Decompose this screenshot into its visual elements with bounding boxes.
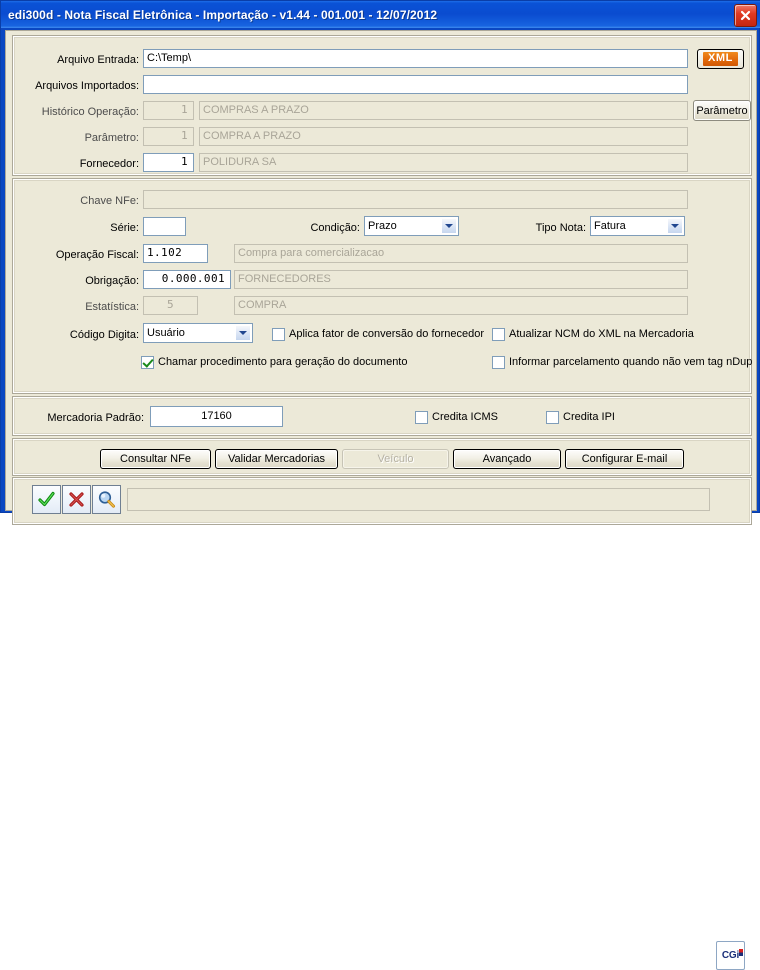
status-message-field <box>127 488 710 511</box>
nfe-details-panel: Chave NFe: Série: Condição: Prazo Tipo N… <box>13 179 752 393</box>
status-toolbar-panel: CGi <box>13 478 751 970</box>
label-condicao: Condição: <box>310 222 360 234</box>
default-merchandise-panel: Mercadoria Padrão: 17160 Credita ICMS Cr… <box>13 397 751 435</box>
checkbox-credita-icms[interactable]: Credita ICMS <box>415 410 498 424</box>
configurar-email-button-label: Configurar E-mail <box>581 453 668 465</box>
checkbox-box <box>272 327 285 341</box>
input-chave-nfe <box>143 190 688 209</box>
label-arquivo-entrada: Arquivo Entrada: <box>57 54 139 66</box>
avancado-button[interactable]: Avançado <box>453 449 561 469</box>
input-estatistica-code: 5 <box>143 296 198 315</box>
file-import-panel: Arquivo Entrada: C:\Temp\ XML Arquivos I… <box>13 36 751 175</box>
input-historico-operacao-desc: COMPRAS A PRAZO <box>199 101 688 120</box>
label-chave-nfe: Chave NFe: <box>80 195 139 207</box>
parametro-button-label: Parâmetro <box>696 104 748 117</box>
checkbox-credita-ipi[interactable]: Credita IPI <box>546 410 615 424</box>
input-fornecedor-code[interactable]: 1 <box>143 153 194 172</box>
checkbox-box <box>492 327 505 341</box>
dropdown-condicao-value: Prazo <box>368 220 397 232</box>
checkbox-box <box>546 410 559 424</box>
chevron-down-icon[interactable] <box>235 325 251 341</box>
input-operacao-fiscal-code[interactable]: 1.102 <box>143 244 208 263</box>
label-serie: Série: <box>110 222 139 234</box>
checkbox-informar-parcelamento[interactable]: Informar parcelamento quando não vem tag… <box>492 355 752 369</box>
input-operacao-fiscal-desc: Compra para comercializacao <box>234 244 688 263</box>
checkbox-credita-icms-label: Credita ICMS <box>432 411 499 423</box>
xml-button[interactable]: XML <box>697 49 744 69</box>
consultar-nfe-button[interactable]: Consultar NFe <box>100 449 211 469</box>
veiculo-button-label: Veículo <box>377 453 414 465</box>
input-mercadoria-padrao[interactable]: 17160 <box>150 406 283 427</box>
dropdown-codigo-digita[interactable]: Usuário <box>143 323 253 343</box>
input-parametro-code: 1 <box>143 127 194 146</box>
dropdown-condicao[interactable]: Prazo <box>364 216 459 236</box>
checkbox-box <box>415 410 428 424</box>
checkbox-aplica-fator-conversao-label: Aplica fator de conversão do fornecedor <box>289 328 485 340</box>
checkbox-credita-ipi-label: Credita IPI <box>563 411 615 423</box>
chevron-down-icon[interactable] <box>441 218 457 234</box>
label-estatistica: Estatística: <box>85 301 139 313</box>
avancado-button-label: Avançado <box>482 453 532 465</box>
window-title: edi300d - Nota Fiscal Eletrônica - Impor… <box>8 7 438 22</box>
input-arquivo-entrada[interactable]: C:\Temp\ <box>143 49 688 68</box>
label-operacao-fiscal: Operação Fiscal: <box>55 249 139 261</box>
flag-icon <box>739 949 744 956</box>
checkbox-atualizar-ncm[interactable]: Atualizar NCM do XML na Mercadoria <box>492 327 694 341</box>
checkbox-aplica-fator-conversao[interactable]: Aplica fator de conversão do fornecedor <box>272 327 484 341</box>
dropdown-tipo-nota-value: Fatura <box>594 220 626 232</box>
cgi-logo-label: CGi <box>722 949 744 961</box>
client-area: Arquivo Entrada: C:\Temp\ XML Arquivos I… <box>5 30 757 970</box>
input-arquivos-importados[interactable] <box>143 75 688 94</box>
check-icon[interactable] <box>32 485 61 514</box>
dropdown-tipo-nota[interactable]: Fatura <box>590 216 685 236</box>
close-icon[interactable] <box>734 4 757 27</box>
label-mercadoria-padrao: Mercadoria Padrão: <box>47 412 144 424</box>
label-tipo-nota: Tipo Nota: <box>535 222 586 234</box>
configurar-email-button[interactable]: Configurar E-mail <box>565 449 684 469</box>
label-obrigacao: Obrigação: <box>85 275 139 287</box>
title-bar: edi300d - Nota Fiscal Eletrônica - Impor… <box>1 1 760 28</box>
dropdown-codigo-digita-value: Usuário <box>147 327 185 339</box>
input-serie[interactable] <box>143 217 186 236</box>
xml-button-label: XML <box>702 52 739 66</box>
label-parametro: Parâmetro: <box>84 132 139 144</box>
validar-mercadorias-button-label: Validar Mercadorias <box>227 453 325 465</box>
label-fornecedor: Fornecedor: <box>79 158 139 170</box>
checkbox-box <box>492 355 505 369</box>
validar-mercadorias-button[interactable]: Validar Mercadorias <box>215 449 338 469</box>
cancel-icon[interactable] <box>62 485 91 514</box>
label-historico-operacao: Histórico Operação: <box>41 106 139 118</box>
cgi-logo[interactable]: CGi <box>716 941 745 970</box>
parametro-button[interactable]: Parâmetro <box>693 100 751 121</box>
input-estatistica-desc: COMPRA <box>234 296 688 315</box>
checkbox-chamar-procedimento-label: Chamar procedimento para geração do docu… <box>158 356 408 368</box>
input-parametro-desc: COMPRA A PRAZO <box>199 127 688 146</box>
magnifier-icon[interactable] <box>92 485 121 514</box>
checkbox-box <box>141 355 154 369</box>
label-arquivos-importados: Arquivos Importados: <box>35 80 139 92</box>
input-fornecedor-desc: POLIDURA SA <box>199 153 688 172</box>
checkbox-informar-parcelamento-label: Informar parcelamento quando não vem tag… <box>509 356 753 368</box>
action-buttons-panel: Consultar NFe Validar Mercadorias Veícul… <box>13 439 751 475</box>
input-obrigacao-desc: FORNECEDORES <box>234 270 688 289</box>
checkbox-atualizar-ncm-label: Atualizar NCM do XML na Mercadoria <box>509 328 694 340</box>
label-codigo-digita: Código Digita: <box>69 329 139 341</box>
chevron-down-icon[interactable] <box>667 218 683 234</box>
checkbox-chamar-procedimento[interactable]: Chamar procedimento para geração do docu… <box>141 355 407 369</box>
application-window: edi300d - Nota Fiscal Eletrônica - Impor… <box>0 0 760 970</box>
input-historico-operacao-code: 1 <box>143 101 194 120</box>
veiculo-button: Veículo <box>342 449 449 469</box>
consultar-nfe-button-label: Consultar NFe <box>120 453 191 465</box>
input-obrigacao-code[interactable]: 0.000.001 <box>143 270 231 289</box>
